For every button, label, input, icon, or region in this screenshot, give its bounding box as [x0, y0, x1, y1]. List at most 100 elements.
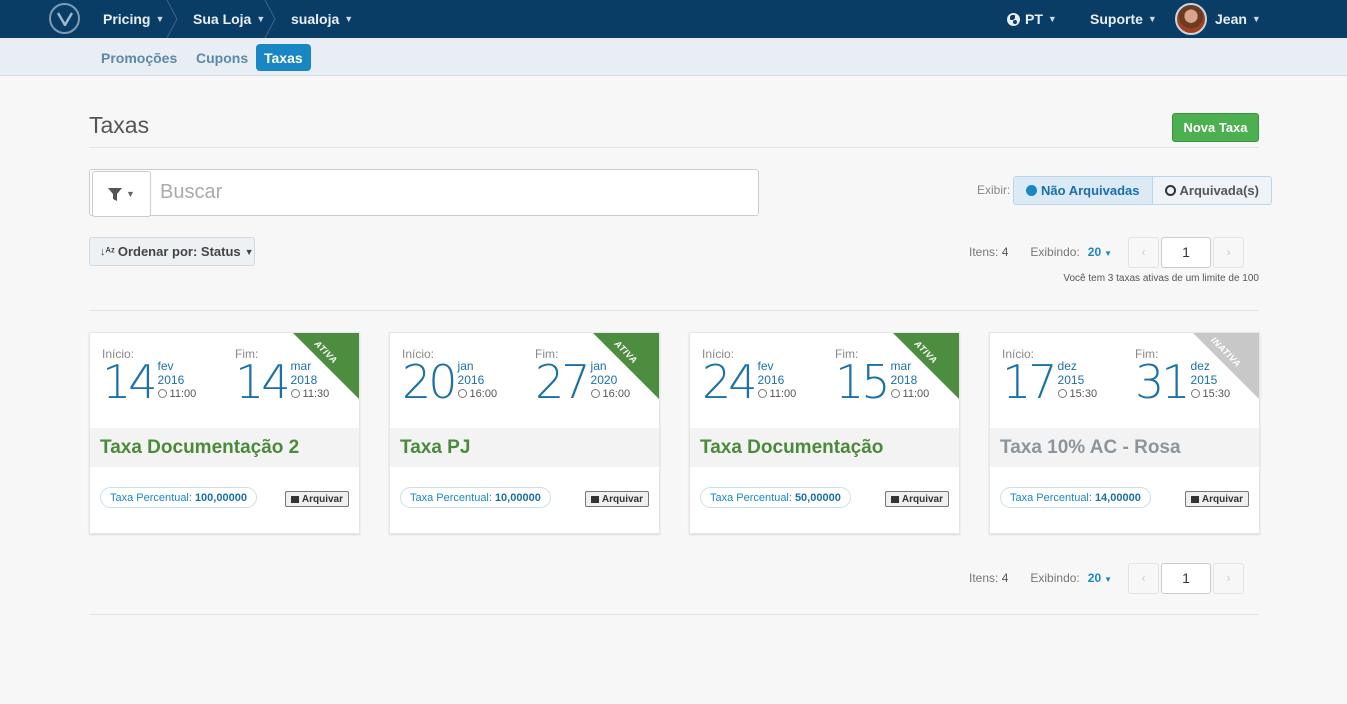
user-menu[interactable]: Jean ▼	[1175, 0, 1261, 38]
rate-badge: Taxa Percentual: 100,00000	[100, 487, 257, 508]
start-year: 2015	[1057, 373, 1085, 387]
breadcrumb-pricing[interactable]: Pricing ▼	[103, 0, 164, 38]
support-menu[interactable]: Suporte ▼	[1090, 0, 1157, 38]
archive-button[interactable]: Arquivar	[284, 491, 349, 507]
filter-option-not-archived[interactable]: Não Arquivadas	[1014, 177, 1153, 204]
end-day: 14	[235, 355, 291, 409]
ribbon-corner	[893, 333, 959, 399]
search-input[interactable]: Buscar	[160, 181, 222, 204]
archive-label: Arquivar	[601, 493, 643, 505]
prev-page-button[interactable]: ‹	[1128, 562, 1160, 594]
per-page-value: 20	[1087, 571, 1102, 585]
archive-label: Arquivar	[1201, 493, 1243, 505]
archive-button[interactable]: Arquivar	[884, 491, 949, 507]
status-ribbon: ATIVA	[893, 333, 959, 399]
breadcrumb-account[interactable]: sualoja ▼	[291, 0, 353, 38]
breadcrumb-store[interactable]: Sua Loja ▼	[193, 0, 265, 38]
archive-button[interactable]: Arquivar	[1184, 491, 1249, 507]
next-page-button[interactable]: ›	[1213, 236, 1245, 268]
fee-card[interactable]: Início: 20 jan 2016 16:00 Fim: 27 jan 20…	[389, 332, 660, 534]
per-page-dropdown[interactable]: 20 ▼	[1088, 245, 1112, 259]
tab-taxas[interactable]: Taxas	[256, 44, 311, 71]
start-month: fev	[757, 359, 774, 373]
chevron-down-icon: ▼	[244, 246, 254, 257]
chevron-down-icon: ▼	[1251, 14, 1261, 24]
support-label: Suporte	[1090, 11, 1143, 27]
chevron-left-icon: ‹	[1141, 245, 1146, 259]
radio-empty-icon	[1164, 185, 1176, 196]
chevron-down-icon: ▼	[344, 14, 354, 24]
fee-title[interactable]: Taxa Documentação 2	[90, 428, 359, 467]
start-day: 14	[102, 355, 158, 409]
chevron-right-icon: ›	[1226, 245, 1231, 259]
archive-button[interactable]: Arquivar	[584, 491, 649, 507]
clock-icon	[457, 389, 467, 398]
archive-label: Arquivar	[901, 493, 943, 505]
showing-label: Exibindo:	[1030, 245, 1080, 259]
items-count: 4	[1001, 571, 1009, 585]
start-day: 24	[702, 355, 758, 409]
new-fee-button[interactable]: Nova Taxa	[1172, 113, 1259, 142]
sort-label: Ordenar por: Status	[117, 244, 241, 259]
clock-icon	[1057, 389, 1067, 398]
prev-page-button[interactable]: ‹	[1128, 236, 1160, 268]
rate-label: Taxa Percentual:	[1010, 491, 1092, 504]
language-selector[interactable]: PT ▼	[1007, 0, 1057, 38]
breadcrumb-label: sualoja	[291, 11, 340, 27]
start-month: jan	[457, 359, 474, 373]
filter-icon	[108, 187, 123, 201]
end-day: 15	[835, 355, 891, 409]
fee-title[interactable]: Taxa Documentação	[690, 428, 959, 467]
chevron-down-icon: ▼	[1147, 14, 1157, 24]
filter-option-archived[interactable]: Arquivada(s)	[1152, 177, 1271, 204]
start-time: 11:00	[169, 388, 197, 400]
avatar	[1175, 3, 1207, 35]
breadcrumb-label: Sua Loja	[193, 11, 252, 27]
items-label: Itens:	[969, 245, 999, 259]
pagination-top: Itens: 4 Exibindo: 20 ▼ ‹ 1 ›	[969, 235, 1245, 269]
start-date: Início: 24 fev 2016 11:00	[702, 347, 796, 405]
page-number-input[interactable]: 1	[1161, 236, 1212, 268]
rate-value: 14,00000	[1094, 491, 1141, 504]
divider	[89, 310, 1259, 311]
start-date: Início: 14 fev 2016 11:00	[102, 347, 196, 405]
page-number-input[interactable]: 1	[1161, 562, 1212, 594]
chevron-right-icon: ›	[1226, 571, 1231, 585]
ribbon-corner	[293, 333, 359, 399]
fee-card[interactable]: Início: 14 fev 2016 11:00 Fim: 14 mar 20…	[89, 332, 360, 534]
clock-icon	[157, 389, 167, 398]
chevron-left-icon: ‹	[1141, 571, 1146, 585]
top-navbar: Pricing ▼ Sua Loja ▼ sualoja ▼ PT ▼ Suporte ▼…	[0, 0, 1347, 39]
start-month: dez	[1057, 359, 1077, 373]
start-time: 15:30	[1069, 388, 1098, 400]
fee-card[interactable]: Início: 17 dez 2015 15:30 Fim: 31 dez 20…	[989, 332, 1260, 534]
language-label: PT	[1025, 11, 1043, 27]
archive-filter-toggle: Não Arquivadas Arquivada(s)	[1013, 176, 1272, 205]
search-bar: ▼ Buscar	[89, 169, 759, 217]
archive-box-icon	[290, 495, 299, 503]
filter-option-label: Não Arquivadas	[1041, 183, 1140, 198]
filter-dropdown-button[interactable]: ▼	[92, 171, 151, 217]
rate-value: 50,00000	[794, 491, 841, 504]
app-logo-icon[interactable]	[49, 3, 80, 34]
sort-dropdown-button[interactable]: ↓ᴬᶻ Ordenar por: Status ▼	[89, 237, 255, 266]
fee-title[interactable]: Taxa PJ	[390, 428, 659, 467]
rate-label: Taxa Percentual:	[710, 491, 792, 504]
chevron-down-icon: ▼	[1104, 575, 1113, 584]
items-label: Itens:	[969, 571, 999, 585]
fee-title[interactable]: Taxa 10% AC - Rosa	[990, 428, 1259, 467]
showing-label: Exibindo:	[1030, 571, 1080, 585]
tab-promocoes[interactable]: Promoções	[93, 44, 185, 71]
fee-card[interactable]: Início: 24 fev 2016 11:00 Fim: 15 mar 20…	[689, 332, 960, 534]
tab-cupons[interactable]: Cupons	[188, 44, 256, 71]
rate-value: 100,00000	[194, 491, 247, 504]
next-page-button[interactable]: ›	[1213, 562, 1245, 594]
start-day: 17	[1002, 355, 1058, 409]
rate-label: Taxa Percentual:	[410, 491, 492, 504]
filter-label: Exibir:	[977, 183, 1011, 197]
rate-badge: Taxa Percentual: 14,00000	[1000, 487, 1151, 508]
chevron-down-icon: ▼	[1104, 249, 1113, 258]
active-limit-note: Você tem 3 taxas ativas de um limite de …	[1063, 273, 1259, 284]
globe-icon	[1007, 12, 1020, 26]
per-page-dropdown[interactable]: 20 ▼	[1088, 571, 1112, 585]
